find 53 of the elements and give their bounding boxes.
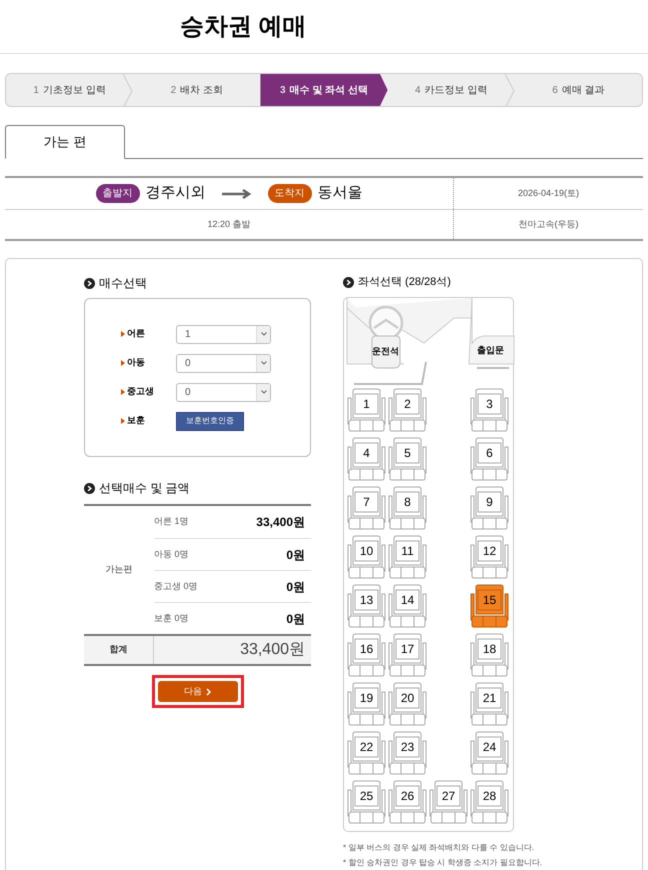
- chevron-down-icon: [260, 332, 266, 336]
- step-label: 2 배차 조회: [170, 84, 223, 98]
- section-heading: 좌석선택 (28/28석): [358, 275, 451, 290]
- direction-label: 가는편: [106, 563, 132, 576]
- fare-amount: 0원: [286, 610, 305, 628]
- total-amount: 33,400원: [240, 640, 305, 660]
- seat-note: * 일부 버스의 경우 실제 좌석배치와 다를 수 있습니다.: [343, 842, 536, 854]
- triangle-icon: [121, 389, 125, 395]
- departure-terminal: 경주시외: [146, 183, 206, 204]
- bullet-icon: [84, 482, 95, 494]
- fare-label: 어른 1명: [154, 515, 189, 528]
- count-select[interactable]: 1: [176, 324, 271, 344]
- direction-tab[interactable]: 가는 편: [5, 125, 125, 159]
- arrival-terminal: 동서울: [318, 183, 362, 204]
- section-heading: 선택매수 및 금액: [99, 480, 190, 497]
- triangle-icon: [121, 418, 125, 424]
- arrow-icon: [222, 188, 252, 198]
- verify-button[interactable]: 보훈번호인증: [176, 412, 244, 430]
- fare-amount: 33,400원: [256, 514, 305, 531]
- chevron-down-icon: [260, 390, 266, 394]
- fare-label: 보훈 0명: [154, 612, 189, 625]
- door-label: 출입문: [477, 344, 504, 356]
- arrival-badge: 도착지: [268, 184, 312, 203]
- fare-label: 아동 0명: [154, 548, 189, 561]
- triangle-icon: [121, 331, 125, 337]
- driver-seat-label: 운전석: [372, 344, 399, 358]
- step-label: 4 카드정보 입력: [415, 84, 488, 98]
- count-select[interactable]: 0: [176, 354, 271, 372]
- step-label: 1 기초정보 입력: [33, 84, 106, 98]
- departure-time: 12:20 출발: [207, 218, 251, 231]
- seat-note: * 할인 승차권인 경우 탑승 시 학생증 소지가 필요합니다.: [343, 856, 543, 868]
- passenger-name: 아동: [127, 356, 145, 370]
- passenger-name: 보훈: [127, 414, 145, 428]
- page-title: 승차권 예매: [180, 12, 307, 42]
- count-select[interactable]: 0: [176, 382, 271, 402]
- bullet-icon: [343, 276, 354, 288]
- chevron-down-icon: [260, 361, 266, 365]
- chevron-right-icon: [206, 688, 211, 696]
- bullet-icon: [84, 278, 95, 288]
- total-label: 합계: [110, 643, 128, 656]
- departure-date: 2026-04-19(토): [518, 186, 580, 200]
- fare-amount: 0원: [286, 546, 305, 564]
- triangle-icon: [121, 360, 125, 366]
- bus-company: 천마고속(우등): [518, 218, 578, 231]
- step-label: 6 예매 결과: [552, 84, 605, 98]
- departure-badge: 출발지: [96, 184, 140, 203]
- fare-label: 중고생 0명: [154, 580, 198, 593]
- fare-amount: 0원: [286, 578, 305, 596]
- next-button[interactable]: 다음: [158, 681, 238, 702]
- passenger-name: 중고생: [127, 385, 154, 398]
- step-label: 3 매수 및 좌석 선택: [280, 84, 368, 98]
- passenger-name: 어른: [127, 327, 145, 340]
- section-heading: 매수선택: [99, 275, 147, 292]
